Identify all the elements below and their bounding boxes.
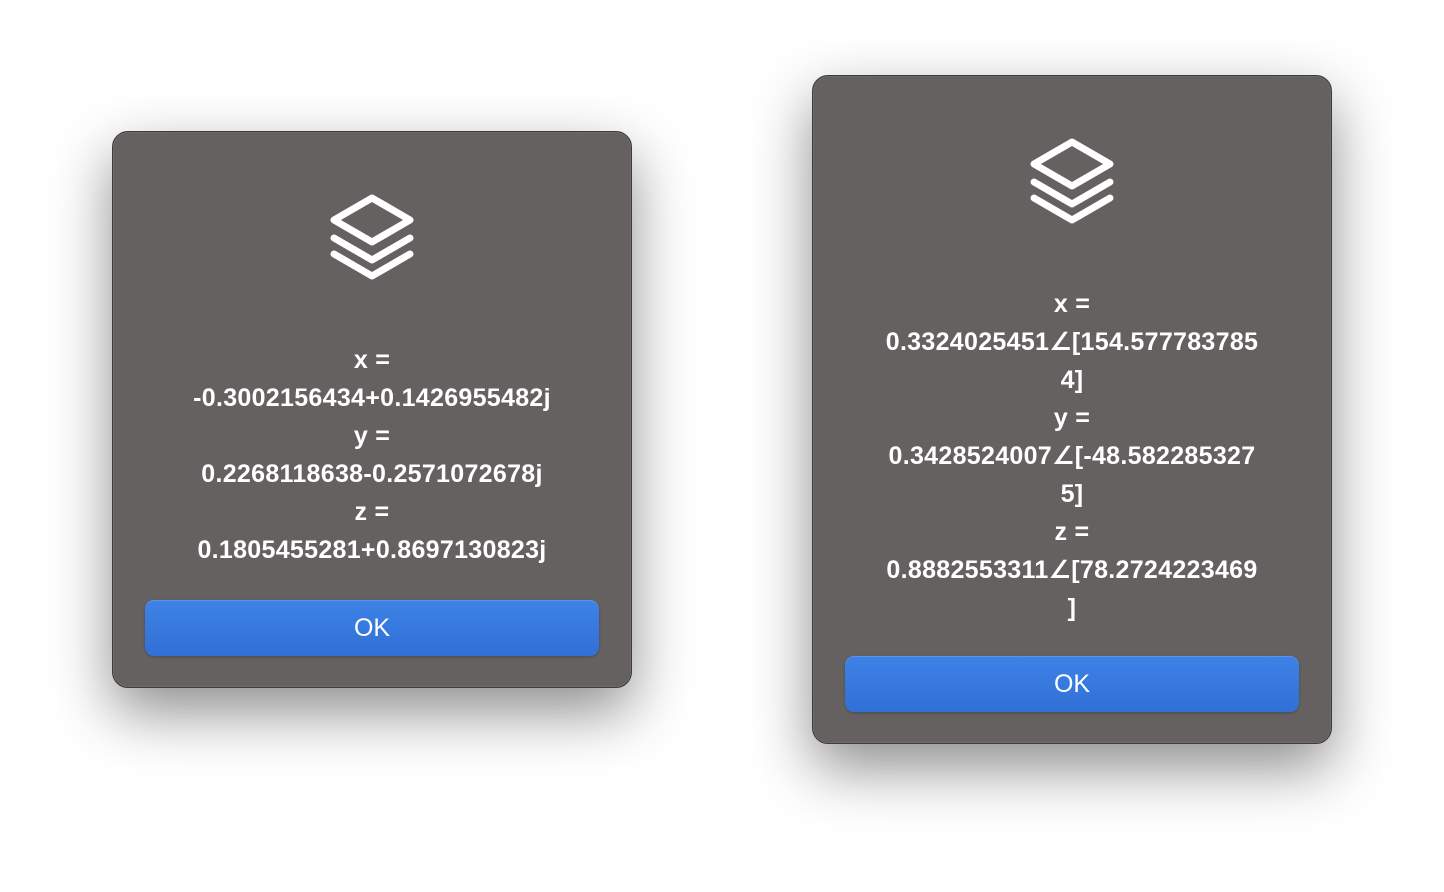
layers-stack-icon xyxy=(1030,138,1114,224)
message-line: y = xyxy=(353,422,391,450)
message-line: y = xyxy=(1053,404,1091,432)
ok-button[interactable]: OK xyxy=(145,600,599,656)
message-line: z = xyxy=(354,498,390,526)
message-line: ] xyxy=(1067,594,1077,622)
message-line: x = xyxy=(1053,290,1091,318)
message-line: 0.1805455281+0.8697130823j xyxy=(197,536,547,564)
alert-dialog-polar: x = 0.3324025451∠[154.577783785 4] y = 0… xyxy=(812,75,1332,744)
ok-button[interactable]: OK xyxy=(845,656,1299,712)
message-line: 0.3324025451∠[154.577783785 xyxy=(885,328,1259,356)
message-line: -0.3002156434+0.1426955482j xyxy=(193,384,551,412)
alert-message: x = 0.3324025451∠[154.577783785 4] y = 0… xyxy=(843,285,1301,627)
message-line: 0.8882553311∠[78.2724223469 xyxy=(886,556,1258,584)
alert-dialog-rectangular: x = -0.3002156434+0.1426955482j y = 0.22… xyxy=(112,131,632,688)
message-line: x = xyxy=(353,346,391,374)
message-line: z = xyxy=(1054,518,1090,546)
message-line: 0.3428524007∠[-48.582285327 xyxy=(888,442,1256,470)
layers-stack-icon xyxy=(330,194,414,280)
message-line: 0.2268118638-0.2571072678j xyxy=(201,460,543,488)
message-line: 5] xyxy=(1060,480,1084,508)
desktop-stage: x = -0.3002156434+0.1426955482j y = 0.22… xyxy=(0,0,1444,892)
message-line: 4] xyxy=(1060,366,1084,394)
alert-message: x = -0.3002156434+0.1426955482j y = 0.22… xyxy=(143,341,601,569)
